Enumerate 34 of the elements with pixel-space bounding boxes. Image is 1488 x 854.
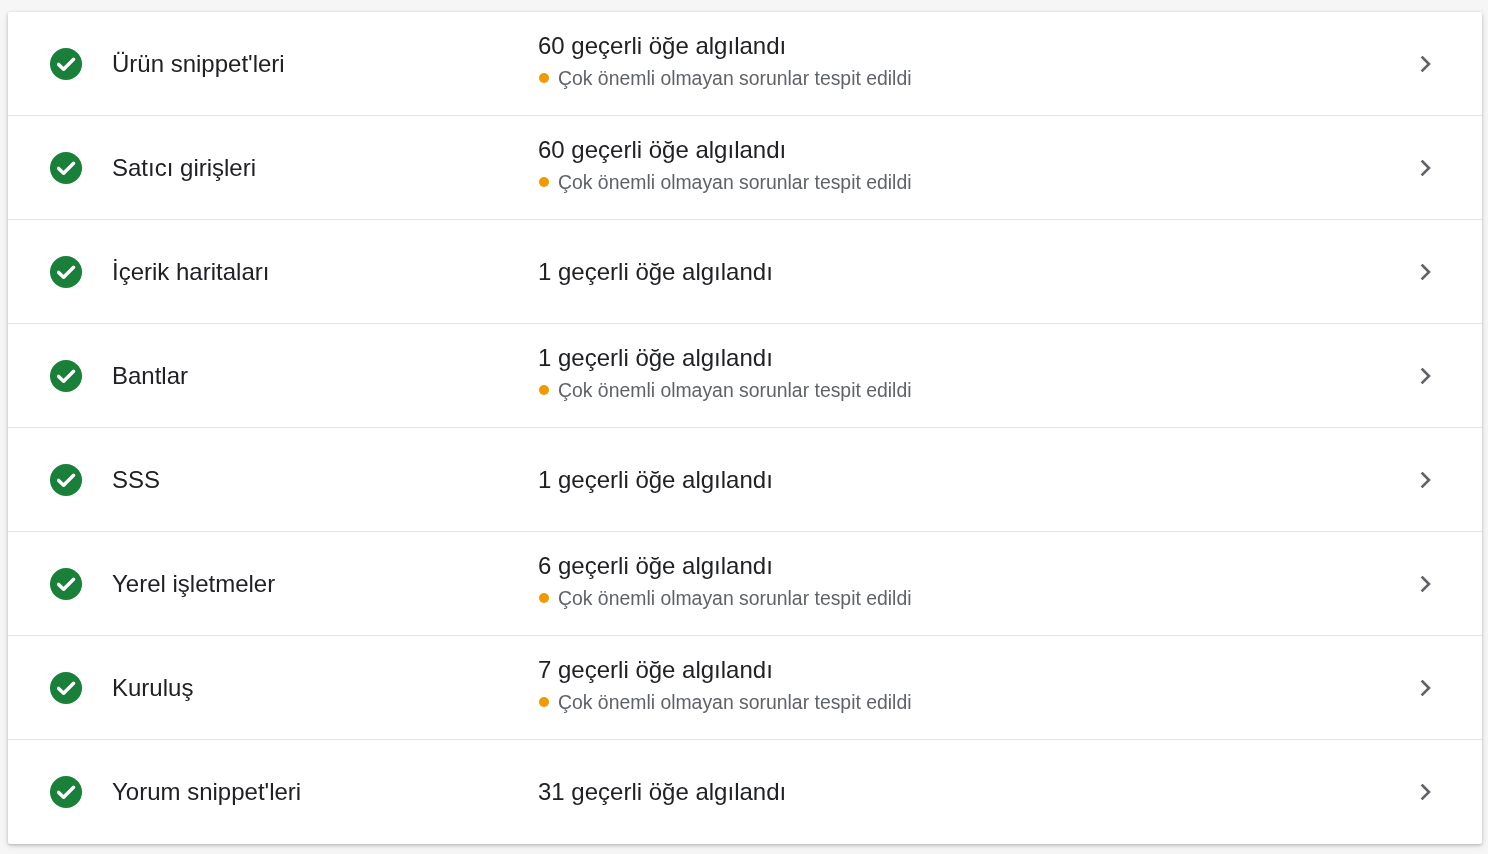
chevron-right-icon[interactable]	[1420, 678, 1432, 697]
warning-dot-icon	[539, 73, 549, 83]
warning-dot-icon	[539, 177, 549, 187]
warning-text: Çok önemli olmayan sorunlar tespit edildi	[558, 586, 912, 610]
chevron-right-icon[interactable]	[1420, 366, 1432, 385]
item-count-text: 6 geçerli öğe algılandı	[538, 551, 773, 580]
item-count-text: 1 geçerli öğe algılandı	[538, 465, 773, 494]
row-title: Satıcı girişleri	[112, 153, 258, 182]
row-title: Bantlar	[112, 361, 190, 390]
warning-dot-icon	[539, 697, 549, 707]
chevron-right-icon[interactable]	[1420, 262, 1432, 281]
row-title: Kuruluş	[112, 673, 195, 702]
warning-text: Çok önemli olmayan sorunlar tespit edildi	[558, 66, 912, 90]
chevron-right-icon[interactable]	[1420, 158, 1432, 177]
row-title: Yerel işletmeler	[112, 569, 277, 598]
warning-text: Çok önemli olmayan sorunlar tespit edildi	[558, 690, 912, 714]
item-count-text: 1 geçerli öğe algılandı	[538, 343, 773, 372]
chevron-right-icon[interactable]	[1420, 783, 1432, 801]
row-title: SSS	[112, 465, 162, 494]
chevron-right-icon[interactable]	[1420, 574, 1432, 593]
item-count-text: 1 geçerli öğe algılandı	[538, 257, 773, 286]
warning-dot-icon	[539, 385, 549, 395]
item-count-text: 31 geçerli öğe algılandı	[538, 778, 787, 806]
chevron-right-icon[interactable]	[1420, 470, 1432, 489]
item-count-text: 60 geçerli öğe algılandı	[538, 31, 787, 60]
row-title: İçerik haritaları	[112, 257, 271, 286]
warning-text: Çok önemli olmayan sorunlar tespit edildi	[558, 378, 912, 402]
warning-text: Çok önemli olmayan sorunlar tespit edildi	[558, 170, 912, 194]
chevron-right-icon[interactable]	[1420, 54, 1432, 73]
item-count-text: 60 geçerli öğe algılandı	[538, 135, 787, 164]
row-title: Ürün snippet'leri	[112, 49, 286, 78]
item-count-text: 7 geçerli öğe algılandı	[538, 655, 773, 684]
warning-dot-icon	[539, 593, 549, 603]
row-title: Yorum snippet'leri	[112, 778, 303, 806]
